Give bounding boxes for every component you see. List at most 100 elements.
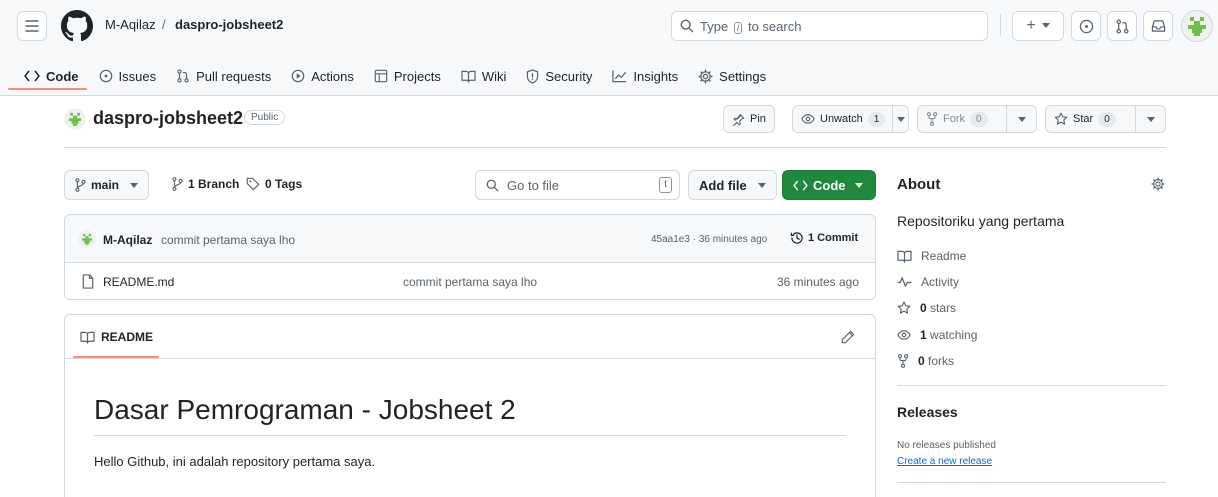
plus-icon: +: [1026, 17, 1036, 34]
breadcrumb-repo[interactable]: daspro-jobsheet2: [175, 17, 283, 32]
pull-requests-button[interactable]: [1107, 11, 1137, 41]
go-to-file-input[interactable]: Go to file t: [475, 170, 680, 200]
tab-label: Settings: [719, 68, 767, 84]
repo-title[interactable]: daspro-jobsheet2: [93, 108, 243, 129]
gear-icon: [698, 68, 713, 84]
branch-select[interactable]: main: [64, 170, 150, 200]
history-icon: [790, 232, 803, 244]
tab-insights[interactable]: Insights: [604, 56, 686, 96]
play-icon: [291, 69, 305, 83]
tab-actions[interactable]: Actions: [283, 56, 362, 96]
file-commit-message[interactable]: commit pertama saya lho: [403, 275, 537, 289]
create-new-button[interactable]: +: [1012, 11, 1064, 41]
add-file-button[interactable]: Add file: [688, 170, 777, 200]
latest-commit-row: M-Aqilaz commit pertama saya lho 45aa1e3…: [65, 215, 875, 263]
watch-dropdown[interactable]: [892, 106, 908, 132]
tags-link[interactable]: 0 Tags: [246, 177, 302, 191]
tab-security[interactable]: Security: [518, 56, 600, 96]
inbox-button[interactable]: [1143, 11, 1173, 41]
sidebar-activity-link[interactable]: Activity: [897, 275, 959, 289]
branch-name: main: [91, 178, 120, 192]
issues-button[interactable]: [1071, 11, 1101, 41]
global-search-input[interactable]: Type / to search: [671, 11, 988, 41]
readme-tab-underline: [73, 356, 159, 358]
about-title: About: [897, 176, 941, 193]
unwatch-button[interactable]: Unwatch 1: [792, 105, 909, 133]
issue-opened-icon: [1079, 19, 1094, 34]
file-commit-time: 36 minutes ago: [776, 275, 859, 289]
table-icon: [374, 69, 388, 83]
edit-pencil-icon[interactable]: [841, 330, 855, 344]
sidebar-readme-label: Readme: [921, 249, 967, 263]
file-name[interactable]: README.md: [103, 275, 174, 289]
breadcrumb-owner[interactable]: M-Aqilaz: [105, 17, 156, 32]
tab-issues[interactable]: Issues: [91, 56, 165, 96]
releases-title[interactable]: Releases: [897, 404, 958, 420]
fork-icon: [897, 354, 909, 368]
commit-count: 1 Commit: [808, 232, 859, 244]
fork-label: Fork: [943, 113, 965, 125]
fork-button[interactable]: Fork 0: [917, 105, 1037, 133]
chevron-down-icon: [1146, 116, 1155, 122]
tab-pull-requests[interactable]: Pull requests: [168, 56, 279, 96]
about-settings-gear-icon[interactable]: [1151, 177, 1165, 191]
tab-label: Actions: [311, 68, 354, 84]
commit-meta[interactable]: 45aa1e3 · 36 minutes ago: [651, 234, 767, 245]
book-icon: [461, 70, 476, 83]
fork-count: 0: [970, 111, 988, 127]
stars-number: 0: [920, 301, 927, 315]
forks-number: 0: [918, 354, 925, 368]
tab-label: Code: [46, 68, 79, 84]
tag-icon: [246, 177, 260, 191]
sidebar-watching-link[interactable]: 1 watching: [897, 328, 977, 342]
star-dropdown[interactable]: [1135, 106, 1165, 132]
commit-author[interactable]: M-Aqilaz: [103, 233, 152, 247]
tab-settings[interactable]: Settings: [690, 56, 774, 96]
branches-link[interactable]: 1 Branch: [172, 177, 239, 191]
code-button[interactable]: Code: [782, 170, 876, 200]
go-to-file-placeholder: Go to file: [507, 177, 560, 193]
menu-button[interactable]: [17, 11, 47, 41]
create-release-link[interactable]: Create a new release: [897, 456, 992, 467]
star-button[interactable]: Star 0: [1045, 105, 1166, 133]
sidebar-activity-label: Activity: [921, 275, 960, 289]
inbox-icon: [1151, 19, 1166, 33]
search-shortcut-key: /: [733, 21, 743, 34]
eye-icon: [801, 113, 815, 125]
sidebar-forks-link[interactable]: 0 forks: [897, 354, 954, 368]
branch-icon: [172, 177, 183, 191]
pin-button[interactable]: Pin: [723, 105, 775, 133]
sidebar-readme-link[interactable]: Readme: [897, 249, 966, 263]
readme-header: README: [65, 315, 875, 359]
tab-code[interactable]: Code: [0, 56, 87, 96]
book-icon: [80, 331, 95, 344]
tab-wiki[interactable]: Wiki: [453, 56, 515, 96]
user-avatar[interactable]: [1181, 10, 1213, 42]
unwatch-label: Unwatch: [820, 113, 863, 125]
chevron-down-icon: [130, 182, 139, 188]
file-row[interactable]: README.md commit pertama saya lho 36 min…: [65, 263, 875, 299]
chevron-down-icon: [854, 182, 863, 188]
title-divider: [64, 147, 1166, 148]
sidebar-stars-link[interactable]: 0 stars: [897, 301, 956, 315]
go-to-file-shortcut: t: [659, 177, 672, 193]
readme-heading-rule: [94, 435, 846, 436]
issue-icon: [99, 69, 113, 83]
file-icon: [82, 274, 94, 289]
readme-heading: Dasar Pemrograman - Jobsheet 2: [94, 394, 516, 425]
search-prefix: Type: [700, 18, 729, 34]
tab-label: Issues: [118, 68, 157, 84]
commit-history-link[interactable]: 1 Commit: [790, 231, 858, 245]
branch-icon: [75, 178, 86, 192]
github-logo-icon[interactable]: [61, 10, 93, 42]
watch-count: 1: [867, 111, 886, 127]
fork-dropdown[interactable]: [1006, 106, 1036, 132]
pull-request-icon: [176, 69, 190, 83]
tab-projects[interactable]: Projects: [366, 56, 449, 96]
commit-message[interactable]: commit pertama saya lho: [161, 233, 295, 247]
pin-icon: [732, 113, 745, 126]
repo-nav-tabs: Code Issues Pull requests Actions Projec…: [0, 56, 778, 96]
readme-tab[interactable]: README: [80, 330, 153, 344]
graph-icon: [612, 69, 627, 83]
branch-count: 1 Branch: [188, 177, 240, 191]
